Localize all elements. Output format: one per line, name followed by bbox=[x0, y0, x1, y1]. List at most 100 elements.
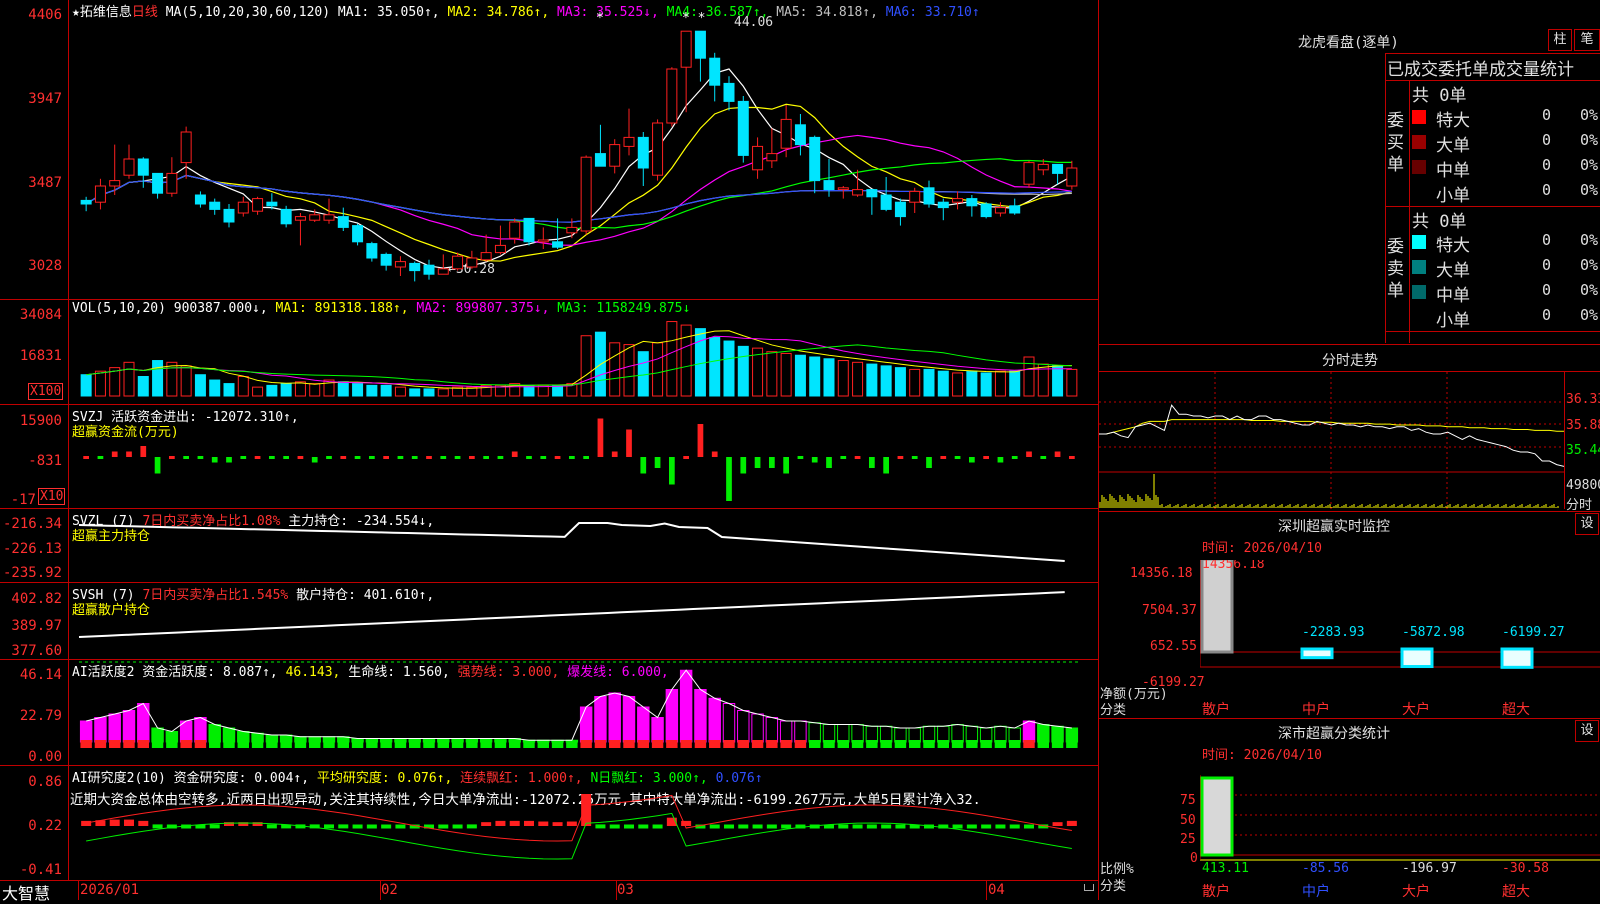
research-bar bbox=[266, 824, 277, 829]
buy-row-label: 特大 bbox=[1436, 111, 1470, 131]
candle-body bbox=[223, 208, 235, 223]
candlestick-chart[interactable] bbox=[69, 20, 1098, 298]
stock-name[interactable]: 拓维信息 bbox=[80, 5, 132, 20]
research-bar bbox=[724, 824, 734, 829]
volume-chart[interactable] bbox=[69, 318, 1098, 398]
period-label[interactable]: 日线 bbox=[132, 5, 158, 20]
research-bar bbox=[209, 824, 220, 829]
volume-bar bbox=[80, 374, 92, 397]
activity-base bbox=[166, 740, 178, 748]
research-bar bbox=[881, 824, 892, 829]
intraday-chart[interactable] bbox=[1099, 372, 1564, 509]
flow-dash bbox=[183, 456, 189, 459]
volume-bar bbox=[1066, 368, 1078, 397]
volume-bar bbox=[994, 370, 1006, 397]
flow-dash bbox=[569, 456, 575, 459]
activity-base bbox=[294, 740, 307, 748]
activity-bar bbox=[208, 724, 221, 743]
volume-bar bbox=[709, 337, 721, 397]
flow-dash bbox=[397, 456, 404, 459]
candle-body bbox=[852, 189, 864, 196]
sell-row-label: 大单 bbox=[1436, 261, 1470, 281]
candle-body bbox=[809, 136, 821, 182]
retail-holding-line bbox=[78, 591, 1065, 638]
bar-mode-button[interactable]: 柱 bbox=[1548, 29, 1572, 51]
activity-base bbox=[494, 740, 507, 748]
activity-base bbox=[309, 740, 321, 748]
flow-bar bbox=[1054, 451, 1061, 457]
sz-class-settings-button[interactable]: 设 bbox=[1575, 720, 1599, 742]
candle-body bbox=[909, 190, 921, 203]
sell-row-value: 0 bbox=[1542, 256, 1552, 274]
fund-flow-chart[interactable] bbox=[69, 405, 1098, 507]
volume-bar bbox=[180, 365, 192, 397]
candle-body bbox=[537, 239, 549, 243]
activity-bar bbox=[651, 717, 664, 743]
candle-body bbox=[180, 131, 192, 164]
candle-body bbox=[794, 124, 806, 146]
sz-bar-value-0: 14356.18 bbox=[1202, 560, 1265, 572]
flow-dash bbox=[97, 456, 104, 459]
activity-bar bbox=[122, 710, 136, 743]
sz-monitor-chart[interactable]: 14356.18 散户 -2283.93 中户 -5872.98 大户 -6199.27 超大 bbox=[1200, 560, 1600, 718]
szc-bar-label-0: 散户 bbox=[1202, 883, 1230, 900]
x-label-0: 2026/01 bbox=[80, 882, 140, 898]
volume-bar bbox=[909, 368, 921, 397]
buy-row-swatch bbox=[1412, 135, 1426, 149]
activity-base bbox=[923, 740, 935, 748]
main-holding-chart[interactable] bbox=[69, 509, 1098, 581]
candle-body bbox=[937, 201, 949, 209]
sz-ytick-2: 652.55 bbox=[1150, 639, 1197, 654]
activity-base bbox=[251, 740, 264, 748]
research-bar bbox=[681, 820, 692, 826]
activity-bar bbox=[708, 697, 721, 743]
activity-base bbox=[437, 740, 449, 748]
candle-body bbox=[294, 216, 306, 221]
candle-body bbox=[766, 153, 778, 162]
volume-bar bbox=[394, 386, 406, 397]
flow-dash bbox=[483, 456, 489, 459]
tick-mode-button[interactable]: 笔 bbox=[1574, 29, 1600, 51]
vol-value: 900387.000↓, bbox=[173, 301, 268, 316]
szc-ytick-2: 25 bbox=[1180, 832, 1196, 847]
activity-chart[interactable] bbox=[69, 660, 1098, 764]
volume-bar bbox=[137, 376, 149, 397]
research-bar bbox=[738, 824, 749, 829]
volume-bar bbox=[937, 370, 949, 397]
activity-base bbox=[1023, 740, 1035, 748]
activity-base bbox=[809, 740, 821, 748]
candle-body bbox=[709, 57, 721, 86]
research-bar bbox=[124, 819, 134, 826]
activity-base bbox=[694, 740, 707, 748]
lock-icon[interactable] bbox=[1084, 884, 1094, 891]
activity-base bbox=[351, 740, 364, 748]
sell-row-pct: 0% bbox=[1580, 306, 1599, 324]
sz-monitor-settings-button[interactable]: 设 bbox=[1575, 513, 1599, 535]
activity-bar bbox=[608, 692, 621, 743]
ma5-value: MA5: 34.818↑, bbox=[776, 5, 878, 20]
activity-base bbox=[123, 740, 135, 748]
buy-row-value: 0 bbox=[1542, 181, 1552, 199]
flow-bar bbox=[697, 424, 704, 457]
candle-body bbox=[952, 198, 964, 203]
research-bar bbox=[152, 824, 163, 829]
activity-bar bbox=[851, 724, 864, 743]
retail-holding-chart[interactable] bbox=[69, 583, 1098, 658]
buy-total: 共 0单 bbox=[1412, 86, 1467, 106]
sz-class-chart[interactable]: 413.11 散户 -85.56 中户 -196.97 大户 -30.58 超大 bbox=[1200, 775, 1600, 900]
candle-body bbox=[1009, 205, 1021, 214]
svsh-ytick-2: 377.60 bbox=[11, 643, 62, 659]
sz-class-time: 时间: 2026/04/10 bbox=[1202, 748, 1322, 763]
szc-bar-0 bbox=[1200, 776, 1234, 857]
candle-body bbox=[466, 257, 478, 268]
volume-bar bbox=[837, 360, 849, 397]
svzj-ytick-0: 15900 bbox=[19, 413, 62, 429]
volume-bar bbox=[294, 381, 306, 397]
research-bar bbox=[1052, 822, 1063, 826]
sell-row-value: 0 bbox=[1542, 281, 1552, 299]
candle-body bbox=[94, 185, 106, 203]
star-icon[interactable]: ★ bbox=[72, 5, 80, 20]
activity-bar bbox=[79, 720, 93, 743]
research-chart[interactable] bbox=[69, 766, 1098, 879]
svzj-unit-badge: X10 bbox=[38, 488, 66, 505]
